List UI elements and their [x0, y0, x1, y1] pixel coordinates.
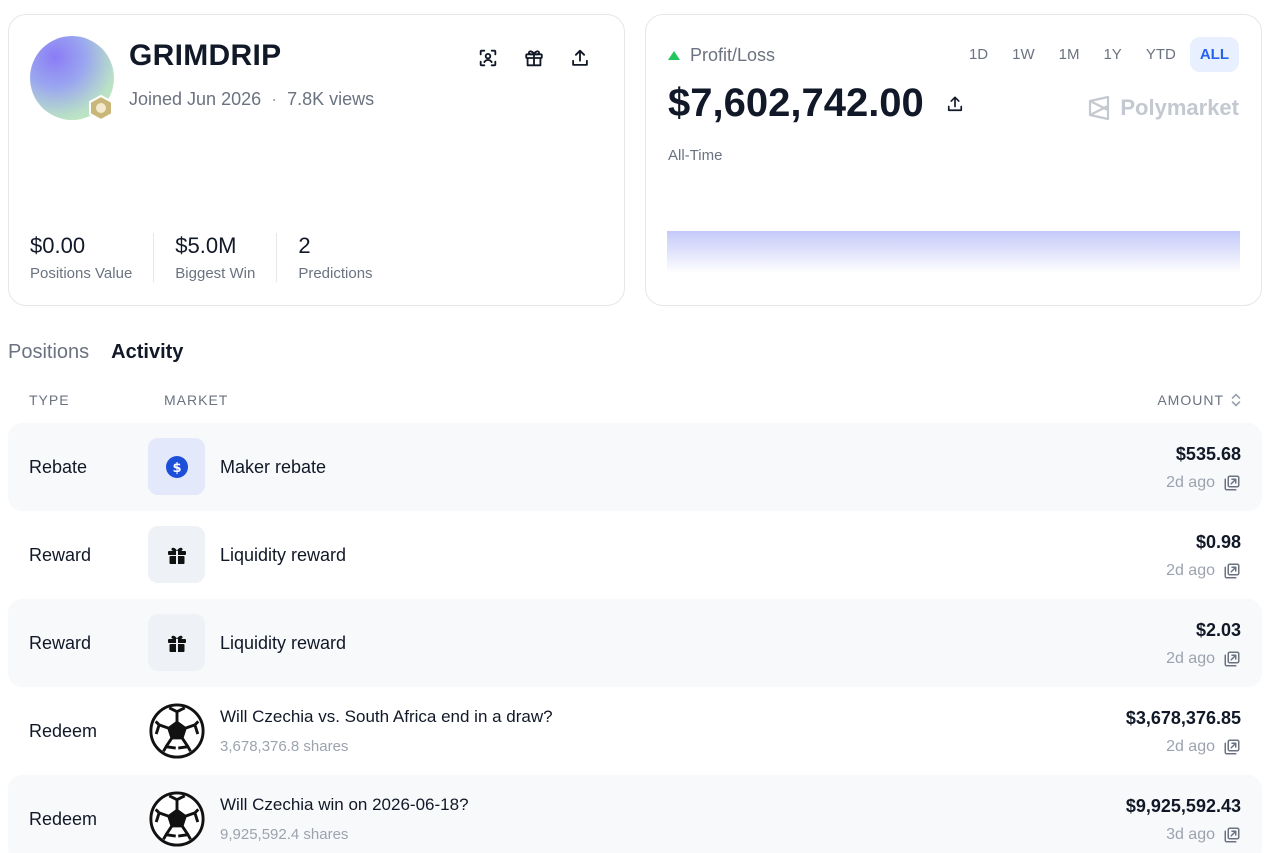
stat-value: $0.00 — [30, 233, 86, 258]
row-amount: $0.98 — [1195, 532, 1241, 552]
row-time: 3d ago — [1166, 826, 1241, 844]
external-link-icon[interactable] — [1223, 738, 1241, 756]
stat-label: Predictions — [298, 265, 373, 282]
row-market-title[interactable]: Will Czechia vs. South Africa end in a d… — [220, 707, 553, 727]
gift-icon — [148, 526, 205, 583]
row-time-label: 3d ago — [1166, 826, 1215, 843]
row-time-label: 2d ago — [1166, 738, 1215, 755]
trend-up-icon — [668, 51, 680, 60]
row-amount: $3,678,376.85 — [1125, 708, 1241, 728]
polymarket-logo: Polymarket — [1088, 95, 1239, 121]
table-row[interactable]: Redeem Will Czechia win on 2026-06-18? 9… — [8, 775, 1262, 853]
row-amount: $535.68 — [1175, 444, 1241, 464]
range-1y[interactable]: 1Y — [1093, 37, 1131, 72]
external-link-icon[interactable] — [1223, 826, 1241, 844]
row-amount: $2.03 — [1195, 620, 1241, 640]
external-link-icon[interactable] — [1223, 562, 1241, 580]
row-time: 2d ago — [1166, 738, 1241, 756]
svg-text:$: $ — [172, 461, 181, 476]
soccer-ball-icon — [147, 789, 207, 849]
meta-separator: · — [271, 89, 278, 109]
profile-meta: Joined Jun 2026 · 7.8K views — [129, 89, 374, 110]
row-time: 2d ago — [1166, 650, 1241, 668]
activity-table-header: TYPE MARKET AMOUNT — [8, 392, 1262, 414]
range-1d[interactable]: 1D — [959, 37, 998, 72]
profile-card: GRIMDRIP Joined Jun 2026 · 7.8K views $0… — [8, 14, 625, 306]
row-market-title[interactable]: Will Czechia win on 2026-06-18? — [220, 795, 469, 815]
row-time: 2d ago — [1166, 474, 1241, 492]
gift-icon — [148, 614, 205, 671]
pnl-value-row: $7,602,742.00 — [668, 81, 968, 126]
time-range-selector: 1D 1W 1M 1Y YTD ALL — [959, 37, 1239, 72]
range-ytd[interactable]: YTD — [1136, 37, 1186, 72]
range-all[interactable]: ALL — [1189, 37, 1239, 72]
stat-predictions: 2 Predictions — [298, 233, 393, 282]
views-count: 7.8K views — [287, 89, 375, 109]
gift-icon[interactable] — [521, 45, 547, 71]
pnl-period: All-Time — [668, 147, 723, 164]
row-type: Redeem — [29, 808, 98, 829]
profile-username: GRIMDRIP — [129, 39, 282, 72]
pnl-label: Profit/Loss — [690, 45, 776, 65]
row-market-title: Liquidity reward — [220, 544, 347, 565]
pnl-chart[interactable] — [667, 231, 1240, 273]
polymarket-logo-icon — [1089, 96, 1110, 120]
row-type: Reward — [29, 632, 92, 653]
row-time-label: 2d ago — [1166, 650, 1215, 667]
dollar-coin-icon: $ — [148, 438, 205, 495]
row-type: Reward — [29, 544, 92, 565]
row-type: Redeem — [29, 720, 98, 741]
row-amount: $9,925,592.43 — [1125, 796, 1241, 816]
content-tabs: Positions Activity — [8, 341, 183, 364]
pnl-value: $7,602,742.00 — [668, 81, 924, 125]
pnl-card: Profit/Loss 1D 1W 1M 1Y YTD ALL $7,602,7… — [645, 14, 1262, 306]
profile-actions — [475, 45, 593, 71]
column-header-market: MARKET — [164, 392, 229, 408]
stat-positions-value: $0.00 Positions Value — [30, 233, 155, 282]
joined-date: Joined Jun 2026 — [129, 89, 262, 109]
stat-label: Positions Value — [30, 265, 133, 282]
share-icon[interactable] — [567, 45, 593, 71]
soccer-ball-icon — [147, 701, 207, 761]
tab-activity[interactable]: Activity — [111, 341, 183, 364]
range-1w[interactable]: 1W — [1002, 37, 1045, 72]
face-scan-icon[interactable] — [475, 45, 501, 71]
stat-label: Biggest Win — [175, 265, 256, 282]
stat-biggest-win: $5.0M Biggest Win — [175, 233, 278, 282]
stat-value: $5.0M — [175, 233, 237, 258]
activity-table: Rebate $ Maker rebate $535.68 2d ago Rew… — [8, 423, 1262, 853]
row-shares: 3,678,376.8 shares — [220, 738, 349, 755]
row-time-label: 2d ago — [1166, 474, 1215, 491]
external-link-icon[interactable] — [1223, 474, 1241, 492]
verified-badge-icon — [89, 95, 113, 121]
share-icon[interactable] — [942, 91, 968, 117]
sort-icon — [1231, 393, 1241, 407]
table-row[interactable]: Redeem Will Czechia vs. South Africa end… — [8, 687, 1262, 775]
table-row[interactable]: Reward Liquidity reward $2.03 2d ago — [8, 599, 1262, 687]
range-1m[interactable]: 1M — [1049, 37, 1090, 72]
pnl-header: Profit/Loss — [668, 45, 775, 66]
row-time-label: 2d ago — [1166, 562, 1215, 579]
column-header-type: TYPE — [29, 392, 70, 408]
profile-stats: $0.00 Positions Value $5.0M Biggest Win … — [30, 233, 415, 282]
row-market-title: Maker rebate — [220, 456, 327, 477]
row-type: Rebate — [29, 456, 88, 477]
table-row[interactable]: Rebate $ Maker rebate $535.68 2d ago — [8, 423, 1262, 511]
row-time: 2d ago — [1166, 562, 1241, 580]
row-market-title: Liquidity reward — [220, 632, 347, 653]
tab-positions[interactable]: Positions — [8, 341, 89, 364]
row-shares: 9,925,592.4 shares — [220, 826, 349, 843]
stat-value: 2 — [298, 233, 311, 258]
column-header-amount-label: AMOUNT — [1157, 392, 1224, 408]
table-row[interactable]: Reward Liquidity reward $0.98 2d ago — [8, 511, 1262, 599]
column-header-amount[interactable]: AMOUNT — [1157, 392, 1242, 408]
polymarket-wordmark: Polymarket — [1120, 95, 1239, 120]
external-link-icon[interactable] — [1223, 650, 1241, 668]
